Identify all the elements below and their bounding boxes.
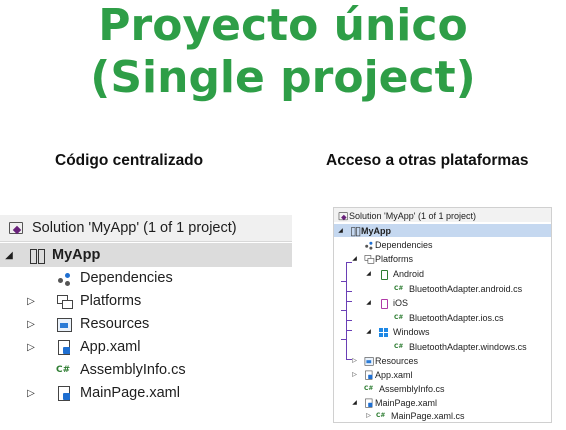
left-solution-explorer: Solution 'MyApp' (1 of 1 project) ◢ MyAp… <box>0 215 292 410</box>
right-item-label: BluetoothAdapter.windows.cs <box>409 341 527 352</box>
right-solution-label: Solution 'MyApp' (1 of 1 project) <box>349 210 476 221</box>
right-item-label: Platforms <box>375 253 414 264</box>
right-solution-explorer: Solution 'MyApp' (1 of 1 project) ◢ MyAp… <box>333 207 552 423</box>
right-item-label: iOS <box>393 297 409 308</box>
right-item-label: MainPage.xaml <box>375 397 438 408</box>
right-project-row[interactable]: ◢ MyApp <box>336 224 391 237</box>
left-project-row[interactable]: ◢ MyApp <box>2 244 100 266</box>
collapsed-arrow-icon[interactable]: ▷ <box>24 388 38 399</box>
title-line-1: Proyecto único <box>98 0 468 51</box>
expanded-arrow-icon[interactable]: ◢ <box>364 328 373 335</box>
right-item-bt-android[interactable]: C# BluetoothAdapter.android.cs <box>394 282 522 295</box>
csharp-file-icon: C# <box>394 313 404 321</box>
resources-icon <box>364 356 374 366</box>
project-icon <box>28 247 46 264</box>
right-item-label: Dependencies <box>375 239 433 250</box>
solution-icon <box>338 211 348 220</box>
left-item-label: App.xaml <box>80 339 141 355</box>
right-item-bt-ios[interactable]: C# BluetoothAdapter.ios.cs <box>394 311 504 324</box>
xaml-file-icon <box>364 398 373 408</box>
right-item-mainpage-xaml[interactable]: ◢ MainPage.xaml <box>350 396 437 409</box>
expanded-arrow-icon[interactable]: ◢ <box>2 250 16 261</box>
left-item-platforms[interactable]: ▷ Platforms <box>24 290 141 312</box>
right-item-resources[interactable]: ▷ Resources <box>350 354 418 367</box>
left-heading: Código centralizado <box>55 152 204 169</box>
dependencies-icon <box>56 270 74 287</box>
right-solution-row[interactable]: Solution 'MyApp' (1 of 1 project) <box>338 209 476 222</box>
collapsed-arrow-icon[interactable]: ▷ <box>24 296 38 307</box>
platforms-icon <box>364 254 375 264</box>
right-item-windows[interactable]: ◢ Windows <box>364 325 430 338</box>
csharp-file-icon: C# <box>394 284 404 292</box>
expanded-arrow-icon[interactable]: ◢ <box>350 399 359 406</box>
right-item-label: App.xaml <box>375 369 413 380</box>
right-item-label: Resources <box>375 355 419 366</box>
left-item-label: Resources <box>80 316 150 332</box>
left-item-dependencies[interactable]: Dependencies <box>56 267 173 289</box>
platforms-icon <box>56 293 74 310</box>
collapsed-arrow-icon[interactable]: ▷ <box>364 412 373 419</box>
right-project-label: MyApp <box>361 225 391 236</box>
windows-icon <box>378 327 389 337</box>
expanded-arrow-icon[interactable]: ◢ <box>350 255 359 262</box>
android-icon <box>378 269 389 280</box>
expanded-arrow-icon[interactable]: ◢ <box>336 227 345 234</box>
right-item-label: Windows <box>393 326 430 337</box>
ios-icon <box>378 298 389 309</box>
left-item-resources[interactable]: ▷ Resources <box>24 313 149 335</box>
collapsed-arrow-icon[interactable]: ▷ <box>350 371 359 378</box>
project-icon <box>350 226 361 236</box>
collapsed-arrow-icon[interactable]: ▷ <box>24 342 38 353</box>
expanded-arrow-icon[interactable]: ◢ <box>364 270 373 277</box>
collapsed-arrow-icon[interactable]: ▷ <box>24 319 38 330</box>
right-item-app-xaml[interactable]: ▷ App.xaml <box>350 368 413 381</box>
left-solution-label: Solution 'MyApp' (1 of 1 project) <box>32 220 237 236</box>
left-item-app-xaml[interactable]: ▷ App.xaml <box>24 336 140 358</box>
csharp-file-icon: C# <box>394 342 404 350</box>
csharp-file-icon: C# <box>364 384 374 392</box>
title-line-2: (Single project) <box>90 52 476 103</box>
right-item-bt-windows[interactable]: C# BluetoothAdapter.windows.cs <box>394 340 527 353</box>
left-item-label: MainPage.xaml <box>80 385 180 401</box>
left-item-label: Platforms <box>80 293 142 309</box>
right-item-label: MainPage.xaml.cs <box>391 410 465 421</box>
xaml-file-icon <box>56 385 74 402</box>
right-item-assemblyinfo[interactable]: C# AssemblyInfo.cs <box>364 382 445 395</box>
resources-icon <box>56 316 74 333</box>
xaml-file-icon <box>56 339 74 356</box>
left-item-label: AssemblyInfo.cs <box>80 362 186 378</box>
left-project-label: MyApp <box>52 247 101 263</box>
right-item-label: BluetoothAdapter.ios.cs <box>409 312 504 323</box>
right-item-label: BluetoothAdapter.android.cs <box>409 283 523 294</box>
right-item-android[interactable]: ◢ Android <box>364 267 424 280</box>
left-item-assemblyinfo[interactable]: C# AssemblyInfo.cs <box>56 359 186 381</box>
right-item-dependencies[interactable]: Dependencies <box>364 238 433 251</box>
expanded-arrow-icon[interactable]: ◢ <box>364 299 373 306</box>
right-item-label: AssemblyInfo.cs <box>379 383 445 394</box>
solution-icon <box>8 220 26 237</box>
right-heading: Acceso a otras plataformas <box>326 152 529 169</box>
csharp-file-icon: C# <box>56 364 71 375</box>
right-item-platforms[interactable]: ◢ Platforms <box>350 252 413 265</box>
left-item-mainpage-xaml[interactable]: ▷ MainPage.xaml <box>24 382 180 404</box>
csharp-file-icon: C# <box>376 411 386 419</box>
right-item-ios[interactable]: ◢ iOS <box>364 296 408 309</box>
windows-bracket <box>341 320 352 360</box>
left-item-label: Dependencies <box>80 270 173 286</box>
dependencies-icon <box>364 240 373 248</box>
right-item-mainpage-cs[interactable]: ▷ C# MainPage.xaml.cs <box>364 409 465 422</box>
xaml-file-icon <box>364 370 373 380</box>
right-item-label: Android <box>393 268 425 279</box>
left-solution-row[interactable]: Solution 'MyApp' (1 of 1 project) <box>8 217 237 239</box>
